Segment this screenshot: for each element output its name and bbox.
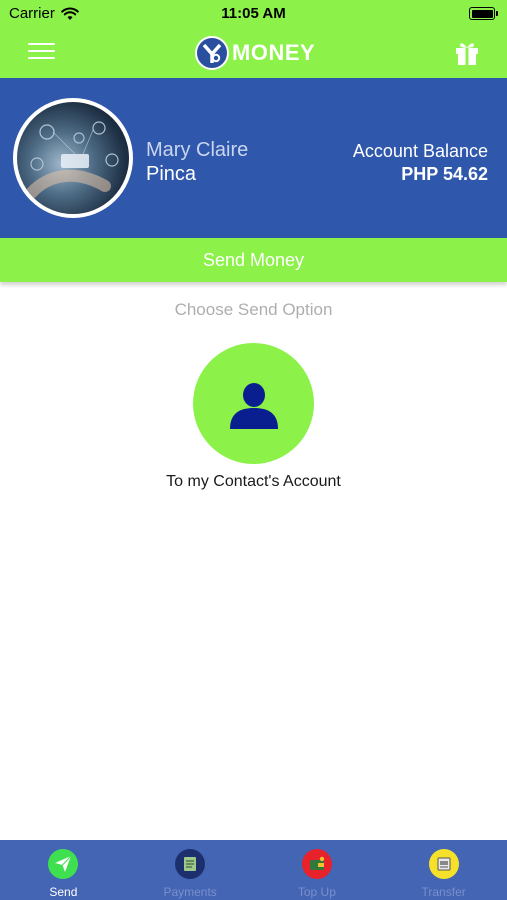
page-title: Send Money: [0, 238, 507, 282]
account-balance-value: PHP 54.62: [401, 164, 488, 184]
contact-person-icon: [229, 382, 278, 429]
tab-payments-label: Payments: [163, 885, 217, 899]
tab-send[interactable]: Send: [0, 840, 127, 900]
tab-transfer[interactable]: Transfer: [380, 840, 507, 900]
transfer-icon: [428, 849, 459, 879]
profile-section: Mary Claire Pinca Account Balance PHP 54…: [0, 78, 507, 238]
status-bar: Carrier 11:05 AM: [0, 0, 507, 28]
gift-icon[interactable]: [453, 38, 481, 66]
contact-account-option[interactable]: To my Contact's Account: [148, 343, 359, 503]
tab-top-up[interactable]: Top Up: [254, 840, 381, 900]
battery-icon: [469, 7, 498, 20]
choose-send-option-label: Choose Send Option: [174, 300, 333, 319]
status-time: 11:05 AM: [221, 5, 286, 22]
logo-text: MONEY: [232, 40, 316, 65]
tab-payments[interactable]: Payments: [127, 840, 254, 900]
tab-transfer-label: Transfer: [421, 885, 466, 899]
app-logo: MONEY: [195, 35, 315, 71]
option-circle[interactable]: [193, 343, 314, 464]
tab-send-label: Send: [49, 885, 78, 899]
hamburger-menu-icon[interactable]: [28, 43, 55, 63]
bottom-tab-bar: Send Payments Top Up Transfer: [0, 840, 507, 900]
user-last-name: Pinca: [146, 163, 197, 185]
header-bar: MONEY: [0, 28, 507, 78]
wallet-icon: [301, 849, 332, 879]
avatar[interactable]: [13, 98, 133, 218]
account-balance-label: Account Balance: [352, 141, 488, 161]
user-first-name: Mary Claire: [146, 139, 249, 161]
tab-top-up-label: Top Up: [297, 885, 336, 899]
bill-icon: [175, 849, 206, 879]
paper-plane-icon: [48, 849, 79, 879]
contact-account-label: To my Contact's Account: [166, 473, 341, 490]
logo-badge-icon: [195, 36, 229, 70]
